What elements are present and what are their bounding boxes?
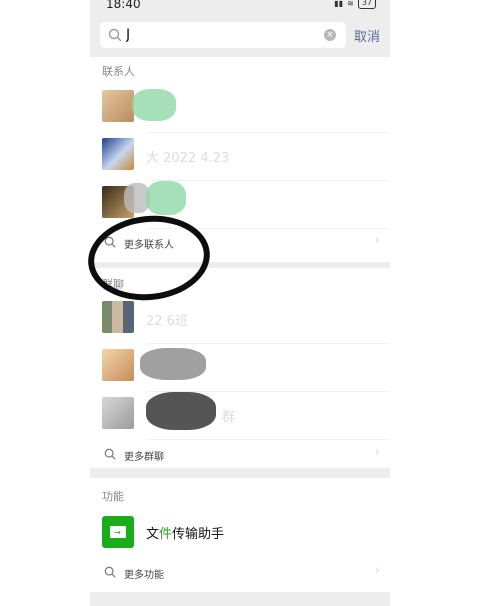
avatar [102, 301, 134, 333]
search-header: × 取消 [90, 14, 390, 54]
avatar [102, 349, 134, 381]
more-functions-button[interactable]: 更多功能 › [90, 556, 390, 590]
contact-row[interactable]: 大 2022 4.23 [90, 133, 390, 181]
avatar [102, 138, 134, 170]
search-box[interactable]: × [100, 22, 346, 48]
avatar [102, 90, 134, 122]
group-name: 群 [222, 410, 236, 425]
status-bar: 18:40 ▮▮ ≋ 37 [90, 0, 390, 14]
redaction-smear [140, 348, 206, 380]
search-screen: 18:40 ▮▮ ≋ 37 × 取消 联系人 大 2022 4 [90, 0, 390, 606]
wifi-icon: ≋ [347, 0, 354, 8]
search-icon [108, 28, 122, 42]
arrow-right-icon: → [114, 528, 121, 537]
search-input[interactable] [126, 25, 316, 45]
search-icon [104, 566, 116, 578]
contact-name: 大 2022 4.23 [146, 151, 230, 166]
contact-row[interactable] [90, 85, 390, 133]
chevron-right-icon: › [374, 233, 380, 248]
redaction-smear [132, 89, 176, 121]
clear-icon[interactable]: × [324, 29, 336, 41]
file-transfer-icon: → [102, 516, 134, 548]
file-transfer-name: 文件传输助手 [146, 527, 225, 542]
status-time: 18:40 [106, 0, 141, 11]
redaction-smear [146, 392, 216, 430]
contacts-title: 联系人 [102, 65, 135, 78]
group-row[interactable]: 群 [90, 392, 390, 440]
cancel-button[interactable]: 取消 [354, 26, 380, 45]
group-row[interactable] [90, 344, 390, 392]
status-icons: ▮▮ ≋ 37 [334, 0, 376, 9]
avatar [102, 397, 134, 429]
chevron-right-icon: › [374, 445, 380, 460]
search-icon [104, 448, 116, 460]
more-groups-button[interactable]: 更多群聊 › [90, 438, 390, 472]
signal-icon: ▮▮ [334, 0, 344, 8]
redaction-smear [146, 181, 186, 215]
group-row[interactable]: 22 6班 [90, 296, 390, 344]
group-name: 22 6班 [146, 314, 188, 329]
more-groups-label: 更多群聊 [124, 452, 164, 463]
functions-section: 功能 → 文件传输助手 更多功能 › [90, 478, 390, 592]
functions-title: 功能 [102, 490, 124, 503]
battery-icon: 37 [357, 0, 376, 9]
file-transfer-row[interactable]: → 文件传输助手 [90, 508, 390, 556]
chevron-right-icon: › [374, 563, 380, 578]
more-functions-label: 更多功能 [124, 570, 164, 581]
